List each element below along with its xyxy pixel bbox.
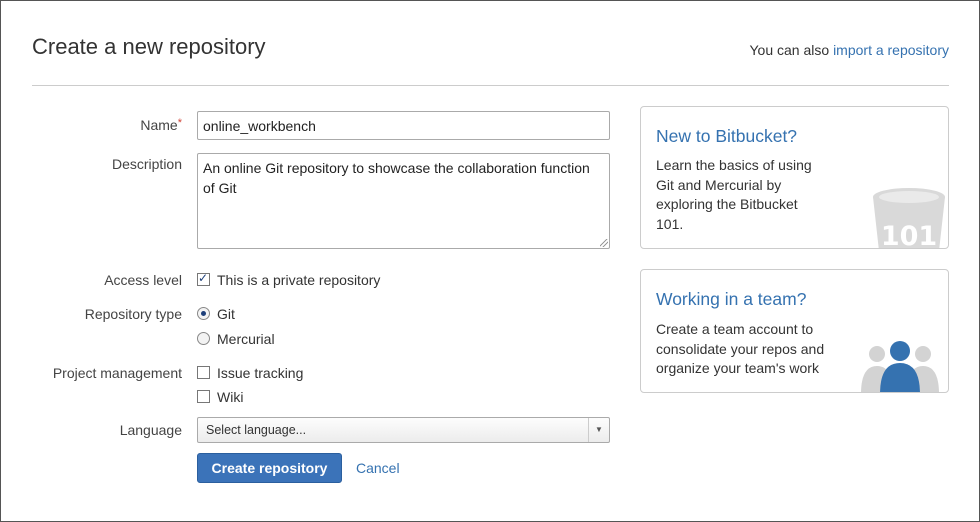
panel-line: exploring the Bitbucket [656, 196, 798, 212]
panel-line: organize your team's work [656, 360, 819, 376]
header-divider [32, 85, 949, 86]
repository-type-label: Repository type [84, 306, 182, 322]
language-select-value: Select language... [206, 423, 307, 437]
import-note: You can also import a repository [750, 42, 950, 58]
working-in-team-title[interactable]: Working in a team? [656, 289, 806, 310]
name-label: Name* [22, 117, 182, 133]
git-radio-label[interactable]: Git [217, 306, 235, 322]
name-label-text: Name [140, 117, 178, 133]
import-prefix: You can also [749, 42, 830, 58]
working-in-team-panel: Working in a team? Create a team account… [640, 269, 949, 393]
project-management-label: Project management [52, 365, 182, 381]
resize-grip-icon[interactable] [600, 239, 608, 247]
create-repository-button[interactable]: Create repository [197, 453, 342, 483]
cancel-link[interactable]: Cancel [356, 460, 400, 476]
access-level-label: Access level [104, 272, 182, 288]
issue-tracking-label[interactable]: Issue tracking [217, 365, 303, 381]
description-text: An online Git repository to showcase the… [203, 160, 590, 196]
new-to-bitbucket-text: Learn the basics of using Git and Mercur… [656, 156, 812, 234]
description-label: Description [111, 156, 182, 172]
chevron-down-icon: ▼ [588, 418, 609, 442]
panel-line: 101. [656, 215, 684, 232]
new-to-bitbucket-panel: New to Bitbucket? Learn the basics of us… [640, 106, 949, 249]
name-input[interactable]: online_workbench [197, 111, 610, 140]
team-people-icon [861, 341, 939, 392]
import-repository-link[interactable]: import a repository [833, 42, 949, 58]
bucket-badge-text: 101 [881, 221, 937, 249]
language-select[interactable]: Select language... ▼ [197, 417, 610, 443]
page-title: Create a new repository [32, 34, 266, 59]
panel-line: Git and Mercurial by [656, 176, 782, 193]
wiki-checkbox[interactable] [197, 390, 210, 403]
required-asterisk: * [177, 117, 182, 129]
working-in-team-text: Create a team account to consolidate you… [656, 320, 824, 379]
page-frame: Create a new repository You can also imp… [0, 0, 980, 522]
panel-line: Learn the basics of using [656, 157, 812, 173]
panel-line: consolidate your repos and [656, 340, 825, 357]
bucket-101-icon: 101 [873, 188, 945, 249]
mercurial-radio[interactable] [197, 332, 210, 345]
git-radio[interactable] [197, 307, 210, 320]
language-label: Language [119, 422, 182, 438]
private-checkbox[interactable] [197, 271, 210, 286]
private-checkbox-label[interactable]: This is a private repository [217, 272, 380, 288]
new-to-bitbucket-title[interactable]: New to Bitbucket? [656, 126, 797, 147]
panel-line: Create a team account to [656, 321, 814, 337]
mercurial-radio-label[interactable]: Mercurial [217, 331, 275, 347]
description-textarea[interactable]: An online Git repository to showcase the… [197, 153, 610, 249]
issue-tracking-checkbox[interactable] [197, 366, 210, 379]
wiki-label[interactable]: Wiki [217, 389, 243, 405]
